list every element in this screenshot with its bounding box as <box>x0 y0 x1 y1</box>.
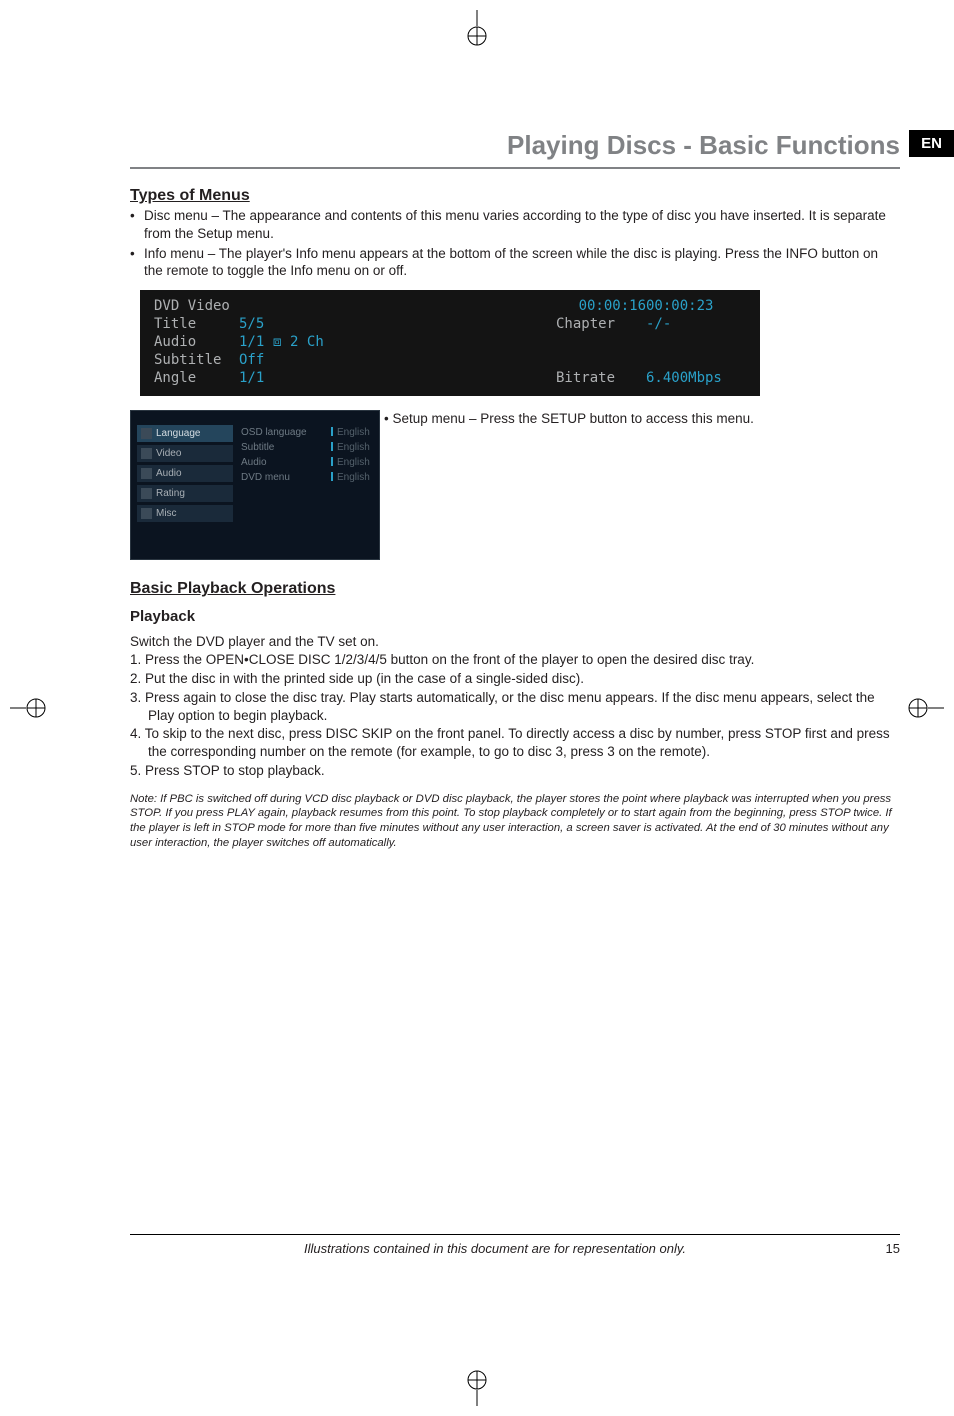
crop-mark-top <box>457 10 497 50</box>
setup-values: English English English English <box>331 425 370 485</box>
crop-mark-bottom <box>457 1366 497 1406</box>
info-angle-value: 1/1 <box>239 370 369 386</box>
playback-note: Note: If PBC is switched off during VCD … <box>130 792 900 851</box>
setup-option-dvdmenu: DVD menu <box>241 470 307 485</box>
step-1: 1. Press the OPEN•CLOSE DISC 1/2/3/4/5 b… <box>130 651 900 669</box>
playback-intro: Switch the DVD player and the TV set on. <box>130 633 900 651</box>
setup-option-subtitle: Subtitle <box>241 440 307 455</box>
info-time-total: 00:00:23 <box>646 298 746 314</box>
setup-menu-screenshot: Language Video Audio Rating Misc OSD lan… <box>130 410 380 560</box>
info-bitrate-value: 6.400Mbps <box>646 370 746 386</box>
setup-options: OSD language Subtitle Audio DVD menu <box>241 425 307 485</box>
setup-tab-video: Video <box>137 445 233 462</box>
info-bitrate-label: Bitrate <box>556 370 646 386</box>
basic-playback-heading: Basic Playback Operations <box>130 580 900 598</box>
playback-steps: 1. Press the OPEN•CLOSE DISC 1/2/3/4/5 b… <box>130 651 900 780</box>
setup-tab-language: Language <box>137 425 233 442</box>
types-of-menus-list: Disc menu – The appearance and contents … <box>130 207 900 280</box>
audio-icon <box>141 468 152 479</box>
step-5: 5. Press STOP to stop playback. <box>130 762 900 780</box>
info-chapter-label: Chapter <box>556 316 646 332</box>
footer-text: Illustrations contained in this document… <box>130 1241 860 1256</box>
info-header-label: DVD Video <box>154 298 369 314</box>
info-audio-label: Audio <box>154 334 239 350</box>
info-subtitle-value: Off <box>239 352 369 368</box>
step-3: 3. Press again to close the disc tray. P… <box>130 689 900 725</box>
setup-value-1: English <box>331 440 370 455</box>
setup-tab-misc: Misc <box>137 505 233 522</box>
setup-tabs: Language Video Audio Rating Misc <box>137 425 233 525</box>
page-footer: Illustrations contained in this document… <box>130 1234 900 1256</box>
crop-mark-right <box>904 688 944 728</box>
setup-value-0: English <box>331 425 370 440</box>
section-title: Playing Discs - Basic Functions <box>130 130 900 169</box>
info-subtitle-label: Subtitle <box>154 352 239 368</box>
video-icon <box>141 448 152 459</box>
types-of-menus-heading: Types of Menus <box>130 187 900 205</box>
rating-icon <box>141 488 152 499</box>
step-2: 2. Put the disc in with the printed side… <box>130 670 900 688</box>
step-4: 4. To skip to the next disc, press DISC … <box>130 725 900 761</box>
setup-value-3: English <box>331 470 370 485</box>
setup-tab-audio: Audio <box>137 465 233 482</box>
bullet-info-menu: Info menu – The player's Info menu appea… <box>130 245 900 281</box>
setup-menu-caption: Setup menu – Press the SETUP button to a… <box>384 410 754 428</box>
misc-icon <box>141 508 152 519</box>
setup-option-osd: OSD language <box>241 425 307 440</box>
language-tab: EN <box>909 130 954 157</box>
playback-subheading: Playback <box>130 608 900 625</box>
crop-mark-left <box>10 688 50 728</box>
page-number: 15 <box>860 1241 900 1256</box>
setup-option-audio: Audio <box>241 455 307 470</box>
info-title-label: Title <box>154 316 239 332</box>
info-menu-panel: DVD Video 00:00:16 00:00:23 Title 5/5 Ch… <box>140 290 760 396</box>
globe-icon <box>141 428 152 439</box>
bullet-disc-menu: Disc menu – The appearance and contents … <box>130 207 900 243</box>
info-angle-label: Angle <box>154 370 239 386</box>
info-title-value: 5/5 <box>239 316 369 332</box>
info-chapter-value: -/- <box>646 316 746 332</box>
info-audio-value: 1/1 ⧈ 2 Ch <box>239 334 369 350</box>
setup-tab-rating: Rating <box>137 485 233 502</box>
setup-value-2: English <box>331 455 370 470</box>
info-time-elapsed: 00:00:16 <box>556 298 646 314</box>
